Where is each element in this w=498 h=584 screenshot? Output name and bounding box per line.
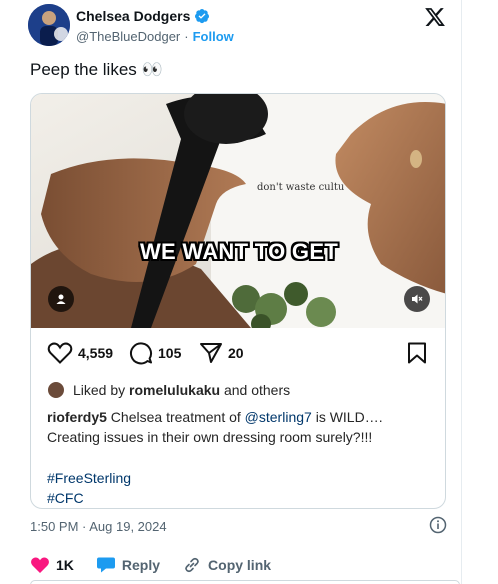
copy-link-label: Copy link (208, 557, 272, 573)
x-logo-icon[interactable] (424, 6, 446, 28)
instagram-embed[interactable]: don't waste cultu WE WANT TO GET 4,559 1… (30, 93, 446, 509)
reply-bubble-icon (96, 557, 115, 573)
ig-action-bar: 4,559 105 20 (31, 338, 445, 368)
reply-label: Reply (121, 557, 161, 573)
hashtag[interactable]: #FreeSterling (47, 468, 131, 488)
liked-by-prefix: Liked by (73, 382, 126, 398)
handle[interactable]: @TheBlueDodger (76, 29, 180, 44)
copy-link-button[interactable]: Copy link (182, 556, 271, 574)
display-name[interactable]: Chelsea Dodgers (76, 8, 190, 24)
handle-row: @TheBlueDodger · Follow (76, 29, 234, 44)
video-caption: WE WANT TO GET (139, 239, 339, 264)
post-caption: rioferdy5 Chelsea treatment of @sterling… (47, 407, 427, 447)
name-row: Chelsea Dodgers (76, 8, 210, 24)
heart-filled-icon (31, 557, 49, 573)
mute-button[interactable] (404, 286, 430, 312)
speaker-muted-icon (412, 294, 423, 304)
like-button[interactable]: 1K (30, 556, 74, 574)
info-icon[interactable] (429, 516, 447, 534)
tweet-footer-actions: 1K Reply Copy link (30, 554, 460, 576)
avatar[interactable] (28, 4, 70, 46)
tweet-header: Chelsea Dodgers @TheBlueDodger · Follow (13, 0, 461, 52)
tweet-text: Peep the likes 👀 (30, 60, 163, 79)
ig-share-action[interactable]: 20 (199, 341, 244, 365)
reply-button[interactable]: Reply (96, 556, 160, 574)
comment-bubble-icon (130, 342, 152, 365)
video-frame: don't waste cultu (31, 94, 445, 328)
read-replies-box[interactable] (30, 580, 460, 584)
separator: · (184, 29, 189, 44)
liked-by-row: Liked by romelulukaku and others (47, 381, 290, 399)
post-author[interactable]: rioferdy5 (47, 409, 107, 425)
post-text-before: Chelsea treatment of (106, 409, 245, 425)
link-chain-icon (185, 557, 199, 573)
liked-by-avatar (47, 381, 65, 399)
ig-like-count: 4,559 (78, 345, 114, 361)
right-rail (461, 0, 498, 584)
person-icon (56, 294, 66, 304)
tweet-card: Chelsea Dodgers @TheBlueDodger · Follow … (13, 0, 461, 584)
follow-button[interactable]: Follow (193, 29, 234, 44)
like-count: 1K (56, 557, 74, 573)
post-mention[interactable]: @sterling7 (245, 409, 312, 425)
ig-comment-action[interactable]: 105 (129, 341, 181, 365)
liked-by-suffix: and others (223, 382, 291, 398)
verified-badge-icon (195, 9, 210, 24)
tweet-timestamp[interactable]: 1:50 PM · Aug 19, 2024 (30, 519, 167, 534)
liked-by-user[interactable]: romelulukaku (129, 382, 220, 398)
tagged-users-button[interactable] (48, 286, 74, 312)
hashtag[interactable]: #CFC (47, 488, 131, 508)
svg-text:don't waste cultu: don't waste cultu (257, 182, 345, 193)
ig-comment-count: 105 (158, 345, 182, 361)
video-player[interactable]: don't waste cultu WE WANT TO GET (31, 94, 445, 328)
liked-by-text: Liked by romelulukaku and others (73, 382, 290, 398)
bookmark-icon[interactable] (407, 342, 427, 364)
send-paper-plane-icon (200, 343, 222, 363)
ig-share-count: 20 (228, 345, 244, 361)
heart-outline-icon (47, 342, 73, 364)
hashtag-list: #FreeSterling #CFC (47, 468, 131, 508)
ig-like-action[interactable]: 4,559 (47, 341, 113, 365)
